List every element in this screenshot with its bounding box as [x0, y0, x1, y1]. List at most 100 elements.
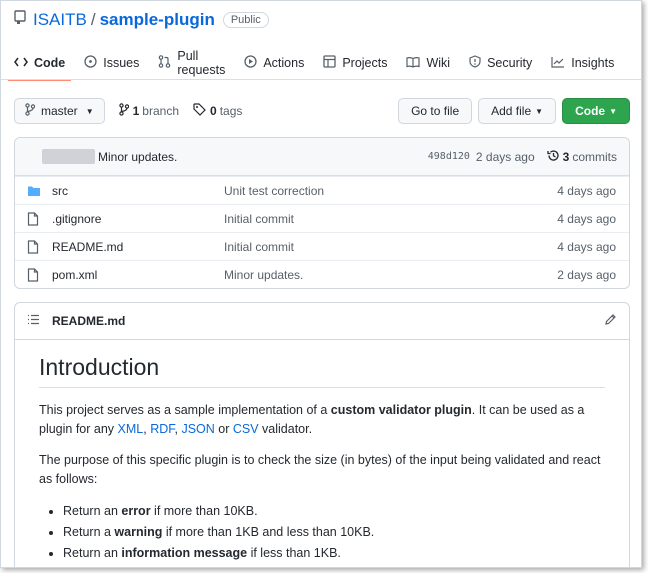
list-item: Return an error if more than 10KB.	[63, 501, 605, 522]
tags-link[interactable]: 0 tags	[193, 103, 242, 119]
code-button-label: Code	[575, 104, 606, 118]
history-icon	[546, 149, 563, 165]
list-item: Return a warning if more than 1KB and le…	[63, 522, 605, 543]
browser-frame: ISAITB / sample-plugin Public Code Issue…	[0, 0, 642, 568]
file-commit-message[interactable]: Initial commit	[224, 212, 557, 226]
commit-hash-link[interactable]: 498d120	[428, 151, 470, 162]
tabs-divider	[1, 79, 641, 80]
readme-heading: Introduction	[39, 354, 605, 388]
visibility-badge: Public	[222, 12, 269, 28]
tab-label: Pull requests	[177, 49, 226, 77]
branch-icon	[25, 103, 41, 119]
file-commit-message[interactable]: Minor updates.	[224, 268, 557, 282]
latest-commit-bar: Minor updates. 498d120 2 days ago 3 comm…	[15, 138, 629, 176]
branch-count: 1	[132, 104, 140, 118]
file-row: src Unit test correction 4 days ago	[15, 176, 629, 204]
repo-toolbar: master ▼ 1 branch 0 tags Go to file Add …	[14, 98, 630, 124]
list-item: Return an information message if less th…	[63, 543, 605, 564]
tab-code[interactable]: Code	[7, 47, 72, 81]
tab-label: Projects	[342, 56, 388, 70]
branch-word: branch	[142, 104, 179, 118]
readme-paragraph: This project serves as a sample implemen…	[39, 401, 605, 439]
readme-panel: README.md Introduction This project serv…	[14, 302, 630, 567]
readme-paragraph: The purpose of this specific plugin is t…	[39, 453, 601, 486]
file-name-link[interactable]: src	[52, 184, 224, 198]
file-name-link[interactable]: pom.xml	[52, 268, 224, 282]
branches-link[interactable]: 1 branch	[118, 103, 179, 119]
repo-icon	[14, 10, 33, 30]
csv-link[interactable]: CSV	[233, 422, 259, 436]
repo-slash: /	[90, 10, 96, 29]
commit-count: 3	[562, 149, 570, 164]
pencil-icon[interactable]	[604, 313, 617, 329]
text-run: or	[214, 422, 233, 436]
file-age: 4 days ago	[557, 239, 616, 254]
readme-header: README.md	[15, 303, 629, 340]
chevron-down-icon: ▼	[535, 106, 544, 116]
readme-filename: README.md	[52, 314, 126, 328]
issue-icon	[84, 55, 103, 71]
pull-request-icon	[158, 55, 177, 71]
readme-content: Introduction This project serves as a sa…	[15, 340, 629, 564]
folder-icon	[27, 185, 52, 197]
repo-header: ISAITB / sample-plugin Public	[14, 9, 630, 31]
commits-link[interactable]: 3 commits	[546, 149, 617, 165]
list-icon[interactable]	[27, 314, 40, 328]
chevron-down-icon: ▼	[609, 106, 617, 116]
code-button[interactable]: Code ▼	[562, 98, 630, 124]
tag-icon	[193, 103, 206, 119]
tab-projects[interactable]: Projects	[323, 47, 387, 79]
branch-name: master	[41, 104, 78, 118]
tab-label: Code	[34, 56, 66, 70]
tag-word: tags	[219, 104, 243, 118]
repo-name-link[interactable]: sample-plugin	[100, 10, 215, 30]
avatar[interactable]	[42, 149, 95, 164]
rdf-link[interactable]: RDF	[150, 422, 174, 436]
latest-commit-message[interactable]: Minor updates.	[98, 150, 177, 164]
code-icon	[14, 56, 34, 71]
text-run: validator.	[258, 422, 313, 436]
graph-icon	[551, 56, 571, 71]
file-row: README.md Initial commit 4 days ago	[15, 232, 629, 260]
tab-pull-requests[interactable]: Pull requests	[158, 47, 225, 79]
repo-tabs: Code Issues Pull requests Actions Projec…	[7, 47, 630, 81]
commit-word: commits	[572, 149, 617, 164]
book-icon	[406, 56, 426, 71]
file-name-link[interactable]: .gitignore	[52, 212, 224, 226]
shield-icon	[469, 55, 487, 71]
file-icon	[27, 211, 52, 226]
branch-select-button[interactable]: master ▼	[14, 98, 105, 124]
file-name-link[interactable]: README.md	[52, 240, 224, 254]
tab-actions[interactable]: Actions	[244, 47, 304, 79]
bold-text: custom validator plugin	[330, 403, 472, 417]
tab-label: Insights	[571, 56, 615, 70]
branch-icon	[118, 103, 129, 119]
file-list: Minor updates. 498d120 2 days ago 3 comm…	[14, 137, 630, 289]
tab-issues[interactable]: Issues	[84, 47, 139, 79]
chevron-down-icon: ▼	[85, 106, 94, 116]
tab-security[interactable]: Security	[469, 47, 532, 79]
tab-label: Actions	[263, 56, 305, 70]
xml-link[interactable]: XML	[118, 422, 144, 436]
file-row: .gitignore Initial commit 4 days ago	[15, 204, 629, 232]
file-commit-message[interactable]: Initial commit	[224, 240, 557, 254]
text-run: This project serves as a sample implemen…	[39, 403, 331, 417]
json-link[interactable]: JSON	[181, 422, 214, 436]
table-icon	[323, 55, 342, 71]
file-row: pom.xml Minor updates. 2 days ago	[15, 260, 629, 288]
tab-wiki[interactable]: Wiki	[406, 47, 450, 79]
tab-label: Security	[487, 56, 533, 70]
add-file-label: Add file	[491, 104, 532, 118]
file-commit-message[interactable]: Unit test correction	[224, 184, 557, 198]
file-age: 4 days ago	[557, 183, 616, 198]
tab-label: Issues	[103, 56, 140, 70]
repo-owner-link[interactable]: ISAITB	[33, 10, 87, 30]
readme-list: Return an error if more than 10KB. Retur…	[63, 501, 605, 564]
tab-insights[interactable]: Insights	[551, 47, 614, 79]
go-to-file-button[interactable]: Go to file	[398, 98, 473, 124]
file-icon	[27, 267, 52, 282]
file-icon	[27, 239, 52, 254]
add-file-button[interactable]: Add file ▼	[478, 98, 557, 124]
tag-count: 0	[210, 104, 217, 118]
play-icon	[244, 55, 263, 71]
